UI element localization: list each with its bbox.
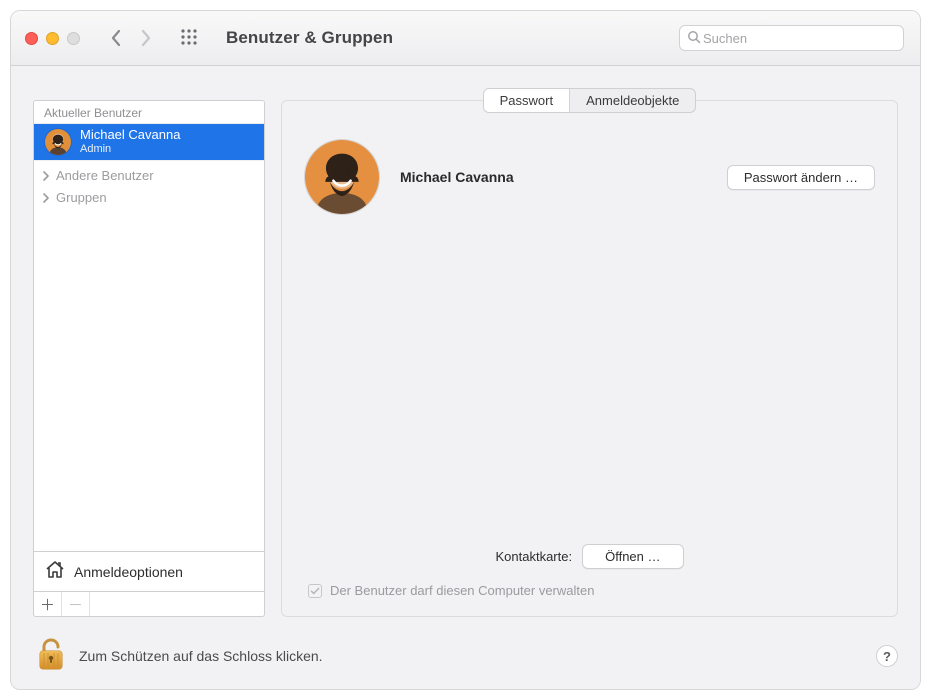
user-role: Admin xyxy=(80,143,180,156)
other-users-label: Andere Benutzer xyxy=(56,168,154,183)
search-field[interactable] xyxy=(679,25,904,51)
admin-checkbox-row: Der Benutzer darf diesen Computer verwal… xyxy=(304,583,875,598)
login-options-button[interactable]: Anmeldeoptionen xyxy=(33,552,265,592)
user-list: Aktueller Benutzer xyxy=(33,100,265,552)
user-name: Michael Cavanna xyxy=(80,128,180,143)
remove-user-button: － xyxy=(62,592,90,616)
close-window-button[interactable] xyxy=(25,32,38,45)
forward-button[interactable] xyxy=(140,29,152,47)
show-all-prefs-button[interactable] xyxy=(180,28,198,49)
help-button[interactable]: ? xyxy=(876,645,898,667)
zoom-window-button xyxy=(67,32,80,45)
profile-avatar[interactable] xyxy=(304,139,380,215)
add-user-button[interactable]: ＋ xyxy=(34,592,62,616)
back-button[interactable] xyxy=(110,29,122,47)
contact-card-label: Kontaktkarte: xyxy=(495,549,572,564)
footer: Zum Schützen auf das Schloss klicken. ? xyxy=(11,627,920,689)
user-row-current[interactable]: Michael Cavanna Admin xyxy=(34,124,264,160)
window-title: Benutzer & Gruppen xyxy=(226,28,393,48)
traffic-lights xyxy=(25,32,80,45)
current-user-header: Aktueller Benutzer xyxy=(34,101,264,124)
groups-row[interactable]: Gruppen xyxy=(34,190,264,212)
avatar xyxy=(44,128,72,156)
tab-password[interactable]: Passwort xyxy=(484,89,569,112)
groups-label: Gruppen xyxy=(56,190,107,205)
minimize-window-button[interactable] xyxy=(46,32,59,45)
lock-icon[interactable] xyxy=(37,638,65,675)
lock-hint-text: Zum Schützen auf das Schloss klicken. xyxy=(79,648,323,664)
nav-arrows xyxy=(110,29,152,47)
sidebar: Aktueller Benutzer xyxy=(33,100,265,617)
search-icon xyxy=(687,30,701,47)
prefs-window: Benutzer & Gruppen Aktueller Benutzer xyxy=(10,10,921,690)
tabs: Passwort Anmeldeobjekte xyxy=(483,88,697,113)
admin-checkbox-label: Der Benutzer darf diesen Computer verwal… xyxy=(330,583,594,598)
search-input[interactable] xyxy=(701,30,896,47)
titlebar: Benutzer & Gruppen xyxy=(11,11,920,66)
open-contact-card-button[interactable]: Öffnen … xyxy=(582,544,683,569)
profile-user-name: Michael Cavanna xyxy=(400,169,707,185)
add-remove-bar: ＋ － xyxy=(33,592,265,617)
change-password-button[interactable]: Passwort ändern … xyxy=(727,165,875,190)
main-panel: Passwort Anmeldeobjekte xyxy=(281,100,898,617)
admin-checkbox xyxy=(308,584,322,598)
login-options-label: Anmeldeoptionen xyxy=(74,564,183,580)
house-icon xyxy=(44,560,66,583)
other-users-row[interactable]: Andere Benutzer xyxy=(34,160,264,190)
tab-login-items[interactable]: Anmeldeobjekte xyxy=(569,89,695,112)
